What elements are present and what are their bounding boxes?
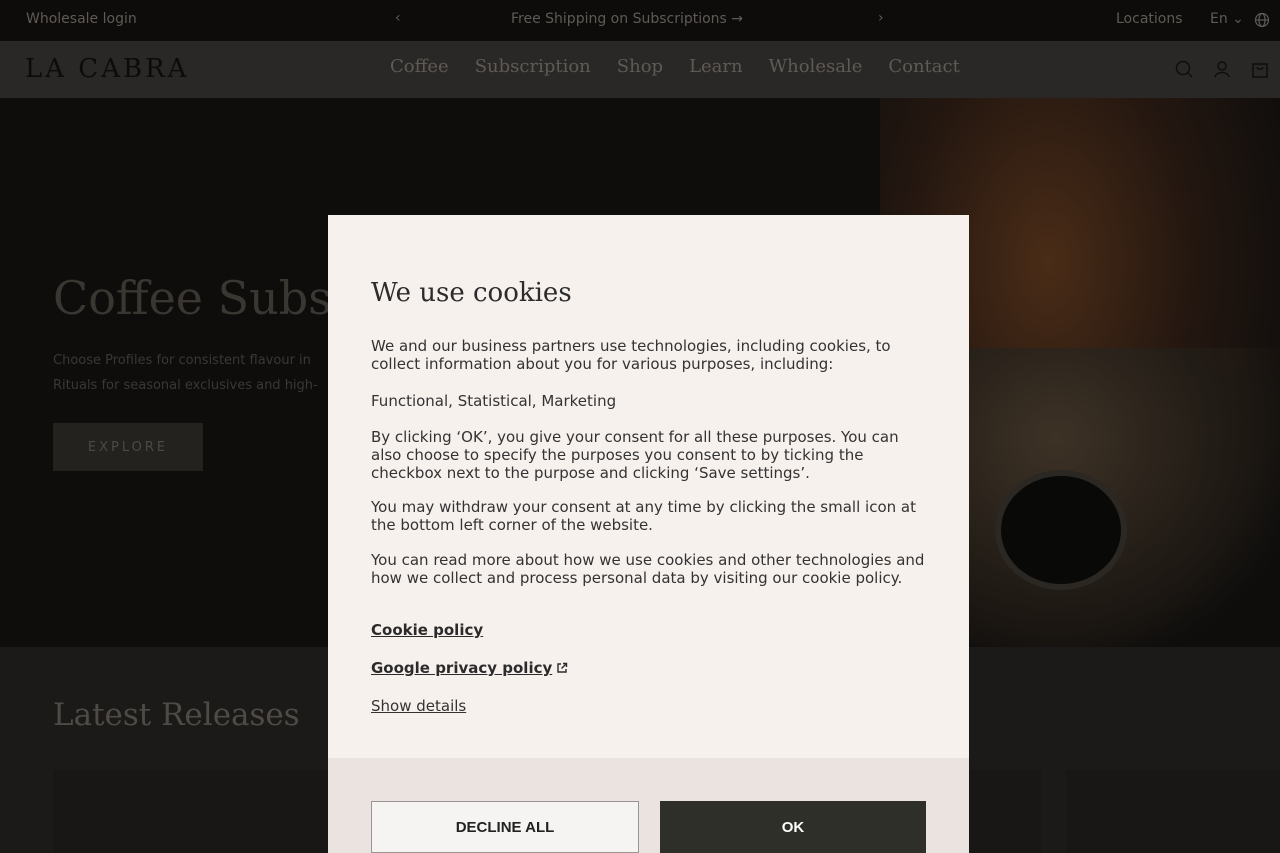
announcement-next-button[interactable]: › xyxy=(878,10,884,26)
search-icon[interactable] xyxy=(1174,59,1194,83)
nav-item-shop[interactable]: Shop xyxy=(617,56,663,77)
consent-read-more-text: You can read more about how we use cooki… xyxy=(371,551,925,587)
nav-item-wholesale[interactable]: Wholesale xyxy=(769,56,863,77)
cookie-consent-dialog: We use cookies We and our business partn… xyxy=(328,215,969,853)
language-selector[interactable]: En ⌄ xyxy=(1210,11,1244,27)
dialog-title: We use cookies xyxy=(371,278,572,308)
google-privacy-policy-label[interactable]: Google privacy policy xyxy=(371,659,552,677)
consent-intro-text: We and our business partners use technol… xyxy=(371,337,891,373)
product-card[interactable] xyxy=(53,770,328,853)
main-menu: Coffee Subscription Shop Learn Wholesale… xyxy=(390,56,960,77)
external-link-icon xyxy=(556,660,568,678)
globe-icon[interactable] xyxy=(1254,12,1270,32)
google-privacy-policy-link[interactable]: Google privacy policy xyxy=(371,659,568,678)
hero-description: Choose Profiles for consistent flavour i… xyxy=(53,353,318,393)
nav-item-subscription[interactable]: Subscription xyxy=(475,56,591,77)
coffee-cup-image xyxy=(995,470,1127,590)
consent-purposes-text: Functional, Statistical, Marketing xyxy=(371,392,617,410)
announcement-bar: Wholesale login ‹ Free Shipping on Subsc… xyxy=(0,0,1280,41)
consent-ok-explanation: By clicking ‘OK’, you give your consent … xyxy=(371,428,899,482)
consent-withdraw-text: You may withdraw your consent at any tim… xyxy=(371,498,916,534)
nav-item-contact[interactable]: Contact xyxy=(888,56,959,77)
explore-button[interactable]: EXPLORE xyxy=(53,423,203,471)
show-details-link[interactable]: Show details xyxy=(371,697,466,715)
product-card[interactable] xyxy=(1066,770,1280,853)
section-title: Latest Releases xyxy=(53,697,300,733)
dialog-footer: DECLINE ALL OK xyxy=(328,758,969,853)
product-card[interactable] xyxy=(969,770,1041,853)
brand-logo[interactable]: LA CABRA xyxy=(25,54,189,84)
ok-button[interactable]: OK xyxy=(660,801,926,853)
nav-item-learn[interactable]: Learn xyxy=(689,56,743,77)
locations-link[interactable]: Locations xyxy=(1116,11,1183,27)
decline-all-button[interactable]: DECLINE ALL xyxy=(371,801,639,853)
cart-icon[interactable] xyxy=(1250,59,1270,83)
announcement-prev-button[interactable]: ‹ xyxy=(395,10,401,26)
wholesale-login-link[interactable]: Wholesale login xyxy=(26,11,137,27)
header-actions xyxy=(1174,59,1270,83)
nav-item-coffee[interactable]: Coffee xyxy=(390,56,449,77)
cookie-policy-link[interactable]: Cookie policy xyxy=(371,621,483,639)
announcement-promo-link[interactable]: Free Shipping on Subscriptions → xyxy=(511,11,743,27)
main-header: LA CABRA Coffee Subscription Shop Learn … xyxy=(0,41,1280,98)
account-icon[interactable] xyxy=(1212,59,1232,83)
